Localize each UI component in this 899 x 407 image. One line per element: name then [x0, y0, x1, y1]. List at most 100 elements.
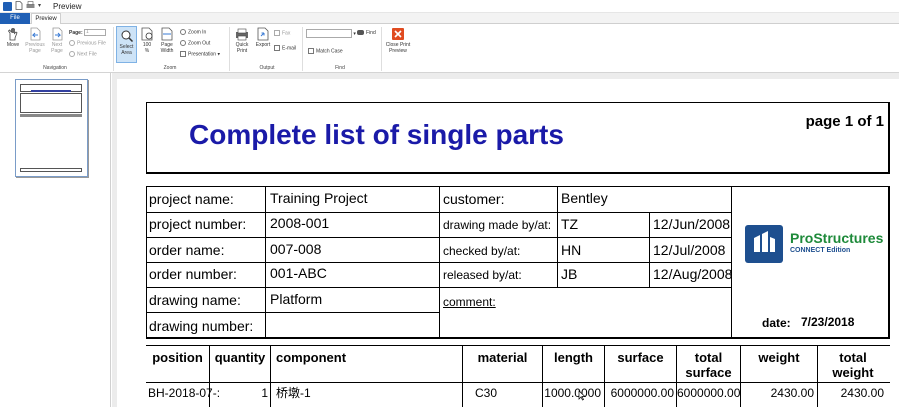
zoom-out-button[interactable]: Zoom Out [180, 40, 210, 47]
export-label: Export [255, 42, 271, 48]
next-page-button[interactable]: Next Page [47, 27, 67, 54]
date-label: date: [762, 316, 791, 330]
find-label: Find [366, 30, 376, 36]
quick-access-dropdown-icon[interactable]: ▾ [38, 2, 41, 11]
fax-icon [274, 30, 280, 36]
zoom-in-icon [180, 29, 186, 35]
table-col-line [270, 346, 271, 407]
zoom-100-icon [141, 27, 153, 41]
export-button[interactable]: Export [254, 27, 272, 48]
page-label: Page: [69, 29, 83, 36]
col-total-weight: total weight [818, 350, 888, 380]
ribbon-separator [381, 27, 382, 71]
thumbnail-header [20, 84, 82, 92]
email-label: E-mail [282, 45, 297, 52]
row-length: 1000.0000 [544, 386, 601, 400]
output-group-label: Output [259, 65, 275, 71]
zoom-out-icon [180, 40, 186, 46]
row-component: 桥墩-1 [276, 386, 311, 400]
close-icon [392, 28, 404, 40]
released-at: 12/Aug/2008 [653, 266, 733, 282]
binoculars-icon [357, 30, 364, 36]
presentation-label: Presentation [188, 51, 217, 58]
move-button[interactable]: Move [4, 27, 22, 48]
drawing-number-label: drawing number: [149, 318, 254, 334]
printer-icon [236, 28, 248, 41]
col-total-surface: total surface [677, 350, 740, 380]
app-icon [3, 1, 12, 11]
col-total-weight-2: weight [832, 365, 874, 380]
find-dropdown-icon[interactable]: ▾ [352, 31, 356, 37]
presentation-icon [180, 51, 186, 57]
zoom-100-button[interactable]: 100 % [139, 27, 155, 54]
released-label: released by/at: [443, 268, 522, 282]
page-number-input[interactable]: 1 [84, 29, 107, 36]
find-input[interactable]: ▾ [306, 29, 356, 38]
project-number-value: 2008-001 [270, 215, 330, 231]
close-print-preview-button[interactable]: Close Print Preview [384, 27, 412, 54]
previous-page-icon [30, 27, 41, 41]
row-quantity: 1 [261, 386, 268, 400]
order-number-label: order number: [149, 266, 237, 282]
page-number-field: Page: 1 [69, 29, 107, 37]
row-total-surface: 6000000.00 [677, 386, 741, 400]
print-icon[interactable] [26, 1, 35, 11]
fax-label: Fax [282, 30, 291, 37]
window-title: Preview [53, 1, 82, 11]
zoom-in-button[interactable]: Zoom In [180, 29, 206, 36]
info-col-line [439, 187, 440, 338]
title-bar: ▾ Preview [0, 0, 899, 13]
match-case-box [308, 48, 314, 54]
col-component: component [276, 350, 347, 365]
prostructures-logo-icon [745, 225, 783, 263]
previous-page-button[interactable]: Previous Page [24, 27, 46, 54]
project-number-label: project number: [149, 216, 247, 232]
app-window: ▾ Preview File Preview Move Previous Pag… [0, 0, 899, 407]
page-number-value: 1 [86, 29, 89, 35]
thumbnail-info [20, 93, 82, 113]
checked-by: HN [561, 242, 582, 258]
navigation-group-label: Navigation [43, 65, 67, 71]
customer-value: Bentley [561, 190, 608, 206]
order-name-label: order name: [149, 242, 225, 258]
find-button[interactable]: Find [357, 30, 376, 37]
checked-label: checked by/at: [443, 244, 521, 258]
order-name-value: 007-008 [270, 241, 322, 257]
fax-button[interactable]: Fax [274, 30, 290, 37]
select-area-label-2: Area [121, 50, 132, 56]
page-indicator: page 1 of 1 [805, 113, 884, 130]
next-file-icon [69, 51, 75, 57]
tab-file[interactable]: File [0, 13, 30, 24]
hand-icon [7, 28, 18, 41]
col-surface: surface [617, 350, 664, 365]
col-total-surface-1: total [694, 350, 723, 365]
quick-print-button[interactable]: Quick Print [232, 27, 252, 54]
zoom-group-label: Zoom [163, 65, 177, 71]
next-file-button[interactable]: Next File [69, 51, 97, 58]
drawing-made-at: 12/Jun/2008 [653, 216, 731, 232]
date-value: 7/23/2018 [801, 315, 855, 329]
report-title: Complete list of single parts [189, 119, 564, 150]
match-case-checkbox[interactable]: Match Case [308, 48, 343, 55]
checked-at: 12/Jul/2008 [653, 242, 726, 258]
close-label-2: Preview [389, 48, 407, 54]
select-area-button[interactable]: Select Area [116, 26, 137, 63]
order-number-value: 001-ABC [270, 265, 327, 281]
logo-subtitle: CONNECT Edition [790, 247, 851, 254]
col-material: material [477, 350, 528, 365]
previous-file-icon [69, 40, 75, 46]
find-text-input[interactable] [306, 29, 352, 38]
new-document-icon[interactable] [15, 0, 23, 12]
row-surface: 6000000.00 [610, 386, 674, 400]
released-by: JB [561, 266, 578, 282]
previous-file-button[interactable]: Previous File [69, 40, 106, 47]
page-thumbnail[interactable] [15, 79, 88, 177]
project-name-label: project name: [149, 191, 234, 207]
previous-file-label: Previous File [77, 40, 106, 47]
email-button[interactable]: E-mail [274, 45, 296, 52]
presentation-button[interactable]: Presentation ▾ [180, 51, 220, 58]
next-file-label: Next File [77, 51, 97, 58]
page-width-button[interactable]: Page Width [158, 27, 176, 54]
move-label: Move [6, 42, 20, 48]
magnifier-icon [121, 30, 133, 43]
